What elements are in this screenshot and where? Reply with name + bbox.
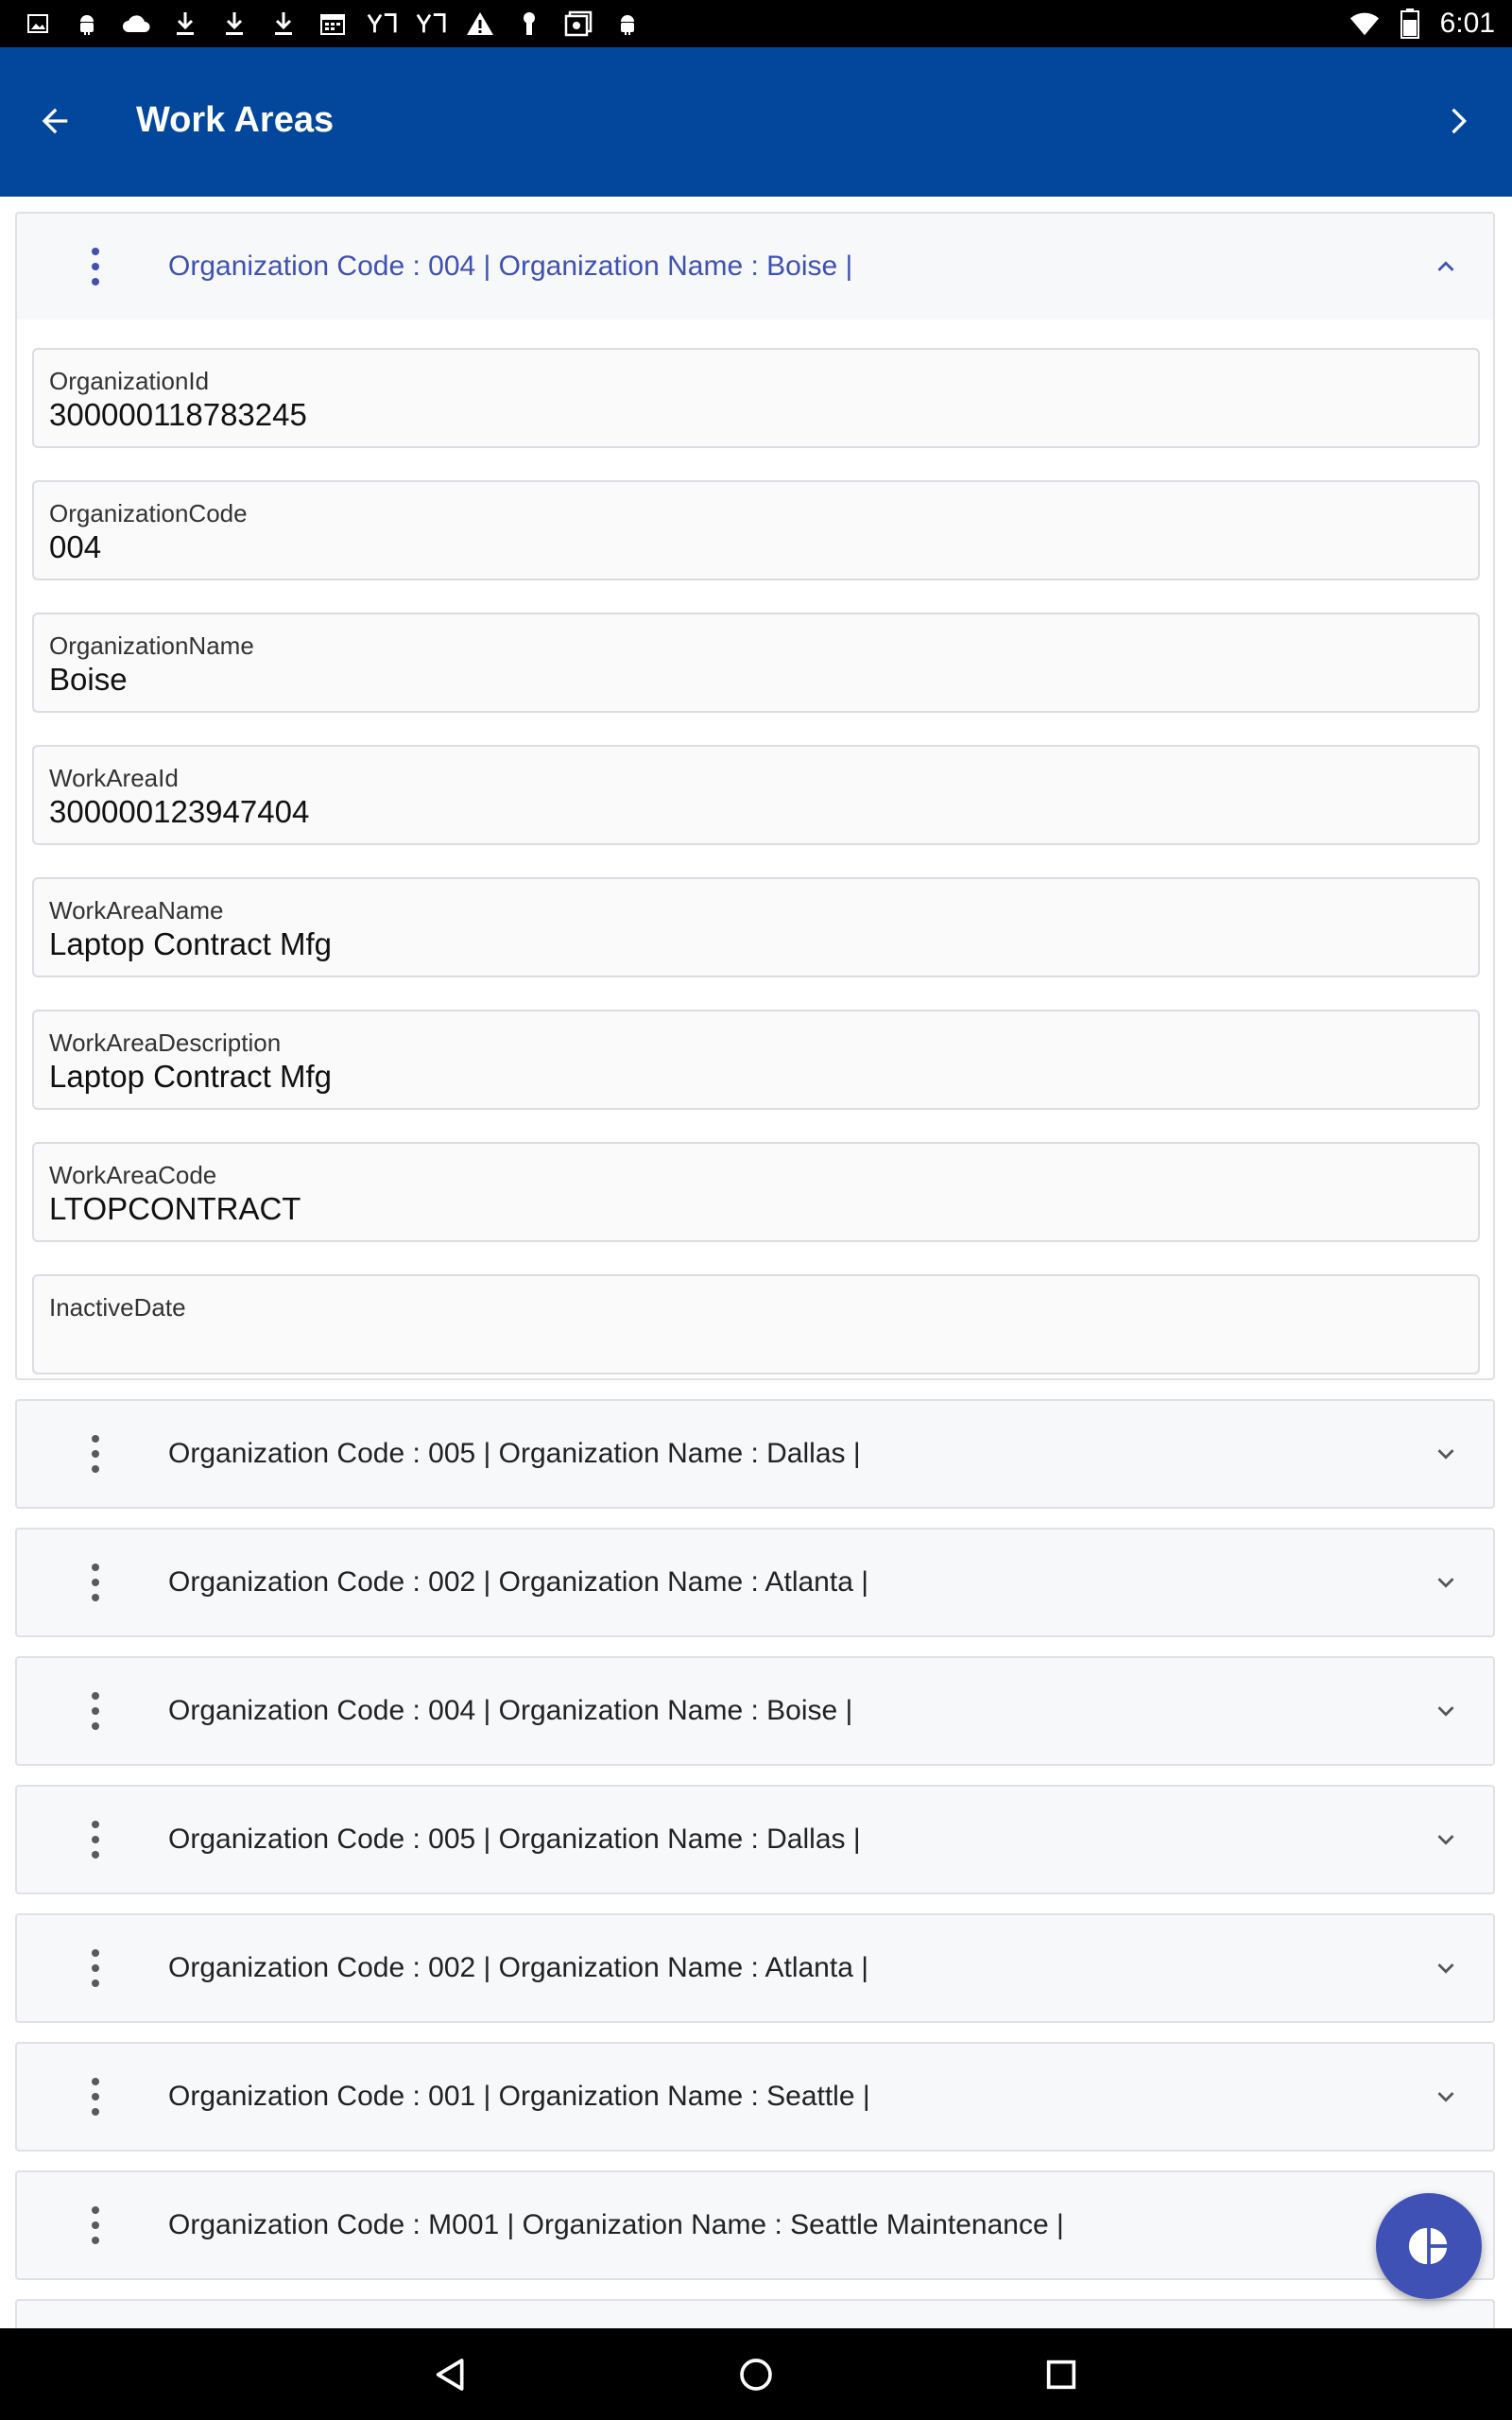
key-icon <box>514 9 544 39</box>
arrow-left-icon <box>42 108 68 134</box>
battery-icon <box>1395 9 1425 39</box>
chevron-down-icon[interactable] <box>1427 1435 1465 1473</box>
record-title: Organization Code : 005 | Organization N… <box>168 1438 861 1469</box>
field-label: OrganizationName <box>49 631 254 660</box>
record-title: Organization Code : 004 | Organization N… <box>168 251 853 282</box>
chart-fab-button[interactable] <box>1376 2193 1482 2299</box>
next-button[interactable] <box>1431 95 1484 147</box>
field-inactive-date[interactable]: InactiveDate <box>32 1274 1480 1374</box>
field-value: Laptop Contract Mfg <box>49 926 332 961</box>
record-panel[interactable]: Organization Code : M001 | Organization … <box>15 2170 1495 2280</box>
record-header[interactable]: Organization Code : 004 | Organization N… <box>17 214 1493 320</box>
record-title: Organization Code : 001 | Organization N… <box>168 2081 870 2112</box>
yahoo-icon <box>367 9 397 39</box>
more-options-icon[interactable] <box>81 1692 110 1730</box>
pie-chart-icon <box>1408 2227 1448 2265</box>
field-value: 300000123947404 <box>49 794 310 829</box>
more-options-icon[interactable] <box>81 2078 110 2116</box>
clock: 6:01 <box>1439 8 1495 39</box>
more-options-icon[interactable] <box>81 1949 110 1987</box>
photo-icon <box>563 9 593 39</box>
record-panel[interactable]: Organization Code : 004 | Organization N… <box>15 1656 1495 1766</box>
record-panel-partial[interactable] <box>15 2299 1495 2328</box>
chevron-down-icon[interactable] <box>1427 1821 1465 1858</box>
field-work-area-name[interactable]: WorkAreaName Laptop Contract Mfg <box>32 877 1480 977</box>
app-bar: Work Areas <box>0 47 1512 197</box>
field-organization-name[interactable]: OrganizationName Boise <box>32 613 1480 713</box>
nav-home-button[interactable] <box>732 2351 780 2398</box>
field-label: OrganizationId <box>49 367 210 395</box>
record-panel[interactable]: Organization Code : 001 | Organization N… <box>15 2042 1495 2152</box>
record-panel[interactable]: Organization Code : 002 | Organization N… <box>15 1528 1495 1637</box>
record-title: Organization Code : 002 | Organization N… <box>168 1952 869 1983</box>
more-options-icon[interactable] <box>81 2206 110 2244</box>
field-value: Laptop Contract Mfg <box>49 1059 332 1094</box>
android-icon <box>72 9 102 39</box>
nav-back-button[interactable] <box>427 2351 474 2398</box>
field-value: LTOPCONTRACT <box>49 1191 301 1226</box>
record-header[interactable]: Organization Code : 005 | Organization N… <box>17 1787 1493 1893</box>
field-label: InactiveDate <box>49 1293 186 1322</box>
cloud-icon <box>121 9 151 39</box>
field-value: 300000118783245 <box>49 397 307 432</box>
more-options-icon[interactable] <box>81 1821 110 1858</box>
record-list[interactable]: Organization Code : 004 | Organization N… <box>0 197 1512 2328</box>
record-title: Organization Code : 005 | Organization N… <box>168 1824 861 1855</box>
square-recents-icon <box>1046 2360 1076 2390</box>
field-organization-id[interactable]: OrganizationId 300000118783245 <box>32 348 1480 448</box>
download-icon <box>170 9 200 39</box>
chevron-down-icon[interactable] <box>1427 1949 1465 1987</box>
system-status: 6:01 <box>1349 0 1495 47</box>
record-panel[interactable]: Organization Code : 002 | Organization N… <box>15 1913 1495 2023</box>
status-bar: 6:01 <box>0 0 1512 47</box>
record-header[interactable]: Organization Code : 004 | Organization N… <box>17 1658 1493 1764</box>
navigation-bar <box>0 2328 1512 2420</box>
warning-icon <box>465 9 495 39</box>
field-label: WorkAreaDescription <box>49 1028 282 1057</box>
download-icon <box>219 9 249 39</box>
field-value: 004 <box>49 529 102 564</box>
record-title: Organization Code : 004 | Organization N… <box>168 1695 853 1726</box>
record-header[interactable]: Organization Code : M001 | Organization … <box>17 2172 1493 2278</box>
calendar-icon <box>318 9 348 39</box>
record-header[interactable]: Organization Code : 002 | Organization N… <box>17 1530 1493 1635</box>
download-icon <box>268 9 299 39</box>
notification-icons <box>23 9 643 39</box>
back-button[interactable] <box>28 95 81 147</box>
record-title: Organization Code : 002 | Organization N… <box>168 1566 869 1598</box>
field-label: WorkAreaName <box>49 896 224 925</box>
record-header[interactable]: Organization Code : 005 | Organization N… <box>17 1401 1493 1507</box>
image-icon <box>23 9 53 39</box>
record-panel[interactable]: Organization Code : 005 | Organization N… <box>15 1785 1495 1894</box>
page-title: Work Areas <box>136 100 335 140</box>
record-title: Organization Code : M001 | Organization … <box>168 2209 1064 2240</box>
chevron-down-icon[interactable] <box>1427 1692 1465 1730</box>
more-options-icon[interactable] <box>81 1564 110 1601</box>
field-organization-code[interactable]: OrganizationCode 004 <box>32 480 1480 580</box>
record-header[interactable]: Organization Code : 002 | Organization N… <box>17 1915 1493 2021</box>
wifi-icon <box>1349 9 1380 39</box>
expanded-record-panel: Organization Code : 004 | Organization N… <box>15 212 1495 1380</box>
field-work-area-code[interactable]: WorkAreaCode LTOPCONTRACT <box>32 1142 1480 1242</box>
chevron-up-icon[interactable] <box>1427 248 1465 285</box>
field-work-area-description[interactable]: WorkAreaDescription Laptop Contract Mfg <box>32 1010 1480 1110</box>
nav-recents-button[interactable] <box>1038 2351 1085 2398</box>
chevron-down-icon[interactable] <box>1427 1564 1465 1601</box>
more-options-icon[interactable] <box>81 1435 110 1473</box>
field-label: WorkAreaCode <box>49 1161 217 1189</box>
field-label: OrganizationCode <box>49 499 248 527</box>
chevron-down-icon[interactable] <box>1427 2078 1465 2116</box>
android-icon <box>612 9 643 39</box>
field-work-area-id[interactable]: WorkAreaId 300000123947404 <box>32 745 1480 845</box>
triangle-back-icon <box>436 2359 464 2391</box>
field-label: WorkAreaId <box>49 764 179 792</box>
more-options-icon[interactable] <box>81 248 110 285</box>
record-panel[interactable]: Organization Code : 005 | Organization N… <box>15 1399 1495 1509</box>
yahoo-icon <box>416 9 446 39</box>
circle-home-icon <box>740 2359 772 2391</box>
record-header[interactable]: Organization Code : 001 | Organization N… <box>17 2044 1493 2150</box>
field-value: Boise <box>49 662 128 697</box>
chevron-right-icon <box>1452 108 1467 134</box>
